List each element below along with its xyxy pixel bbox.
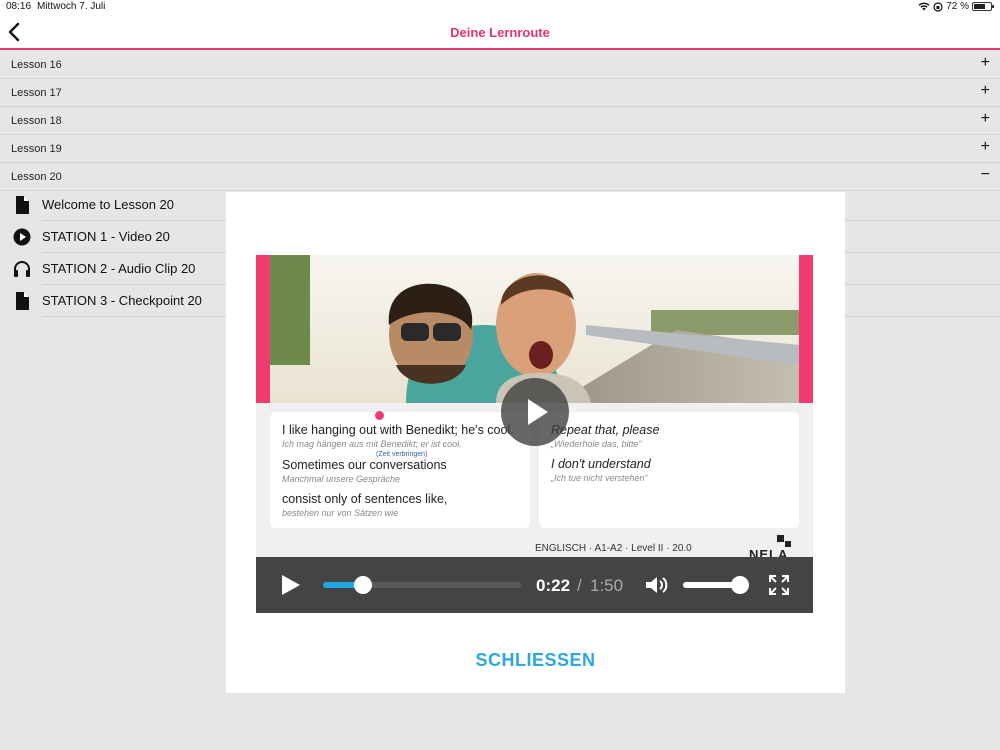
lesson-row-19[interactable]: Lesson 19 + bbox=[0, 135, 1000, 163]
nav-bar: Deine Lernroute bbox=[0, 14, 1000, 50]
subtitle-en-line: consist only of sentences like, bbox=[282, 492, 448, 506]
subtitle-en-line: Repeat that, please bbox=[551, 423, 660, 437]
station-label: STATION 3 - Checkpoint 20 bbox=[42, 293, 202, 308]
big-play-button[interactable] bbox=[501, 378, 569, 446]
document-icon bbox=[16, 196, 29, 214]
current-time: 0:22 bbox=[536, 576, 571, 595]
collapse-icon[interactable]: − bbox=[981, 166, 990, 184]
progress-slider[interactable] bbox=[323, 576, 521, 594]
expand-icon[interactable]: + bbox=[981, 138, 990, 156]
lesson-label: Lesson 17 bbox=[11, 87, 62, 99]
lesson-label: Lesson 20 bbox=[11, 171, 62, 183]
document-icon bbox=[16, 292, 29, 310]
station-label: STATION 1 - Video 20 bbox=[42, 229, 170, 244]
play-button[interactable] bbox=[282, 575, 300, 595]
subtitle-de-line: Ich mag hängen aus mit Benedikt; er ist … bbox=[282, 439, 462, 449]
subtitle-de-line: „Ich tue nicht verstehen“ bbox=[551, 473, 648, 483]
station-label: Welcome to Lesson 20 bbox=[42, 197, 174, 212]
total-time: 1:50 bbox=[590, 576, 624, 595]
lesson-row-16[interactable]: Lesson 16 + bbox=[0, 51, 1000, 79]
lesson-label: Lesson 18 bbox=[11, 115, 62, 127]
subtitle-de-line: bestehen nur von Sätzen wie bbox=[282, 508, 399, 518]
video-player[interactable]: I like hanging out with Benedikt; he's c… bbox=[256, 255, 813, 613]
subtitle-panel-right: Repeat that, please „Wiederhole das, bit… bbox=[539, 412, 799, 528]
status-date: Mittwoch 7. Juli bbox=[37, 1, 106, 12]
expand-icon[interactable]: + bbox=[981, 54, 990, 72]
subtitle-en-line: Sometimes our conversations bbox=[282, 458, 447, 472]
course-level-label: ENGLISCH · A1-A2 · Level II · 20.0 bbox=[535, 543, 692, 554]
station-label: STATION 2 - Audio Clip 20 bbox=[42, 261, 196, 276]
video-modal: I like hanging out with Benedikt; he's c… bbox=[226, 192, 845, 693]
lesson-label: Lesson 19 bbox=[11, 143, 62, 155]
time-separator: / bbox=[577, 576, 582, 595]
progress-knob[interactable] bbox=[353, 576, 372, 594]
expand-icon[interactable]: + bbox=[981, 110, 990, 128]
page-title: Deine Lernroute bbox=[450, 25, 550, 40]
fullscreen-icon[interactable] bbox=[768, 574, 790, 596]
play-circle-icon bbox=[13, 228, 31, 246]
audio-marker-icon bbox=[375, 411, 384, 420]
lesson-row-20[interactable]: Lesson 20 − bbox=[0, 163, 1000, 191]
video-frame-bar-left bbox=[256, 255, 270, 403]
status-time: 08:16 bbox=[6, 1, 32, 12]
subtitle-en-line: I like hanging out with Benedikt; he's c… bbox=[282, 423, 514, 437]
headphones-icon bbox=[14, 261, 30, 277]
status-right: 72 % bbox=[918, 1, 994, 12]
play-icon bbox=[528, 399, 548, 425]
video-frame-bar-right bbox=[799, 255, 813, 403]
lesson-row-18[interactable]: Lesson 18 + bbox=[0, 107, 1000, 135]
subtitle-panel-left: I like hanging out with Benedikt; he's c… bbox=[270, 411, 530, 528]
subtitle-de-line: Manchmal unsere Gespräche bbox=[282, 474, 401, 484]
battery-icon bbox=[972, 2, 994, 11]
player-controls: 0:22 / 1:50 bbox=[256, 557, 813, 613]
subtitle-en-line: I don't understand bbox=[551, 457, 651, 471]
volume-slider[interactable] bbox=[683, 576, 749, 594]
status-bar: 08:16 Mittwoch 7. Juli 72 % bbox=[0, 0, 1000, 14]
volume-icon[interactable] bbox=[644, 574, 670, 596]
orientation-lock-icon bbox=[933, 1, 943, 12]
expand-icon[interactable]: + bbox=[981, 82, 990, 100]
subtitle-de-line: „Wiederhole das, bitte“ bbox=[551, 439, 642, 449]
lesson-label: Lesson 16 bbox=[11, 59, 62, 71]
subtitle-hint: (Zeit verbringen) bbox=[376, 451, 428, 458]
close-button[interactable]: SCHLIESSEN bbox=[226, 650, 845, 671]
battery-percent: 72 % bbox=[946, 1, 969, 12]
wifi-icon bbox=[918, 2, 930, 11]
lesson-row-17[interactable]: Lesson 17 + bbox=[0, 79, 1000, 107]
volume-knob[interactable] bbox=[731, 576, 749, 594]
nela-logo: NELA bbox=[749, 535, 809, 562]
